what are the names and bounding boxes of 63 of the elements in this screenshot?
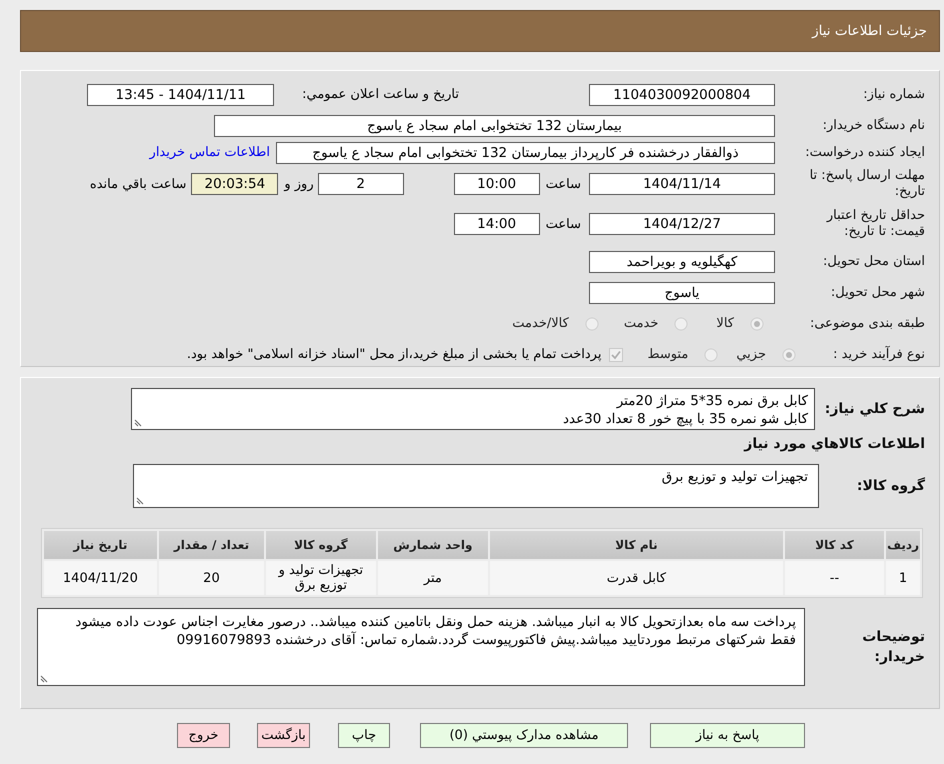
province-field[interactable]: کهگیلویه و بویراحمد xyxy=(589,250,775,272)
resize-grip-icon[interactable] xyxy=(136,497,144,505)
goods-group-text-area[interactable]: تجهیزات تولید و توزیع برق xyxy=(133,464,819,508)
remaining-time-field[interactable]: 20:03:54 xyxy=(191,173,278,195)
payment-note: پرداخت تمام یا بخشی از مبلغ خرید،از محل "اسناد خزانه اسلامی" خواهد بود. xyxy=(186,347,602,362)
table-cell: متر xyxy=(378,561,488,595)
field-label: شهر محل تحویل: xyxy=(830,284,926,300)
action-button[interactable]: مشاهده مدارک پیوستي (0) xyxy=(420,723,628,748)
contact-link[interactable]: اطلاعات تماس خریدار xyxy=(150,145,270,160)
deadline-time-field[interactable]: 10:00 xyxy=(454,173,540,195)
column-header: نام کالا xyxy=(490,531,783,559)
field-label: تاریخ و ساعت اعلان عمومي: xyxy=(302,87,459,102)
description-text-area[interactable]: کابل برق نمره 35*5 متراژ 20متر کابل شو نمره 35 با پیچ خور 8 تعداد 30عدد xyxy=(131,388,815,430)
action-button[interactable]: خروج xyxy=(177,723,230,748)
field-label: مهلت ارسال پاسخ: تا تاریخ: xyxy=(808,168,926,200)
field-label: حداقل تاریخ اعتبار قیمت: تا تاریخ: xyxy=(825,208,926,240)
table-cell: تجهیزات تولید و توزیع برق xyxy=(266,561,376,595)
deadline-date-field[interactable]: 1404/11/14 xyxy=(589,173,775,195)
announce-date-field[interactable]: 1404/11/11 - 13:45 xyxy=(87,84,274,106)
table-cell: 1 xyxy=(886,561,920,595)
field-label: استان محل تحویل: xyxy=(822,254,926,270)
section-heading: اطلاعات کالاهاي مورد نیاز xyxy=(742,436,926,452)
radio-label: خدمت xyxy=(624,316,658,331)
requester-field[interactable]: ذوالفقار درخشنده فر کارپرداز بیمارستان 132 تختخوابی امام سجاد ع یاسوج xyxy=(276,142,775,164)
table-cell: 20 xyxy=(158,561,264,595)
field-label: طبقه بندی موضوعی: xyxy=(808,316,926,332)
field-label: ساعت باقي مانده xyxy=(90,176,186,192)
column-header: گروه کالا xyxy=(266,531,376,559)
field-label: ساعت xyxy=(546,216,581,232)
action-button[interactable]: پاسخ به نیاز xyxy=(650,723,805,748)
field-label: توضیحات خریدار: xyxy=(861,628,926,667)
column-header: واحد شمارش xyxy=(378,531,488,559)
field-label: شماره نیاز: xyxy=(862,86,926,102)
field-label: نوع فرآیند خرید : xyxy=(832,346,926,362)
buyer-notes-text-area[interactable]: پرداخت سه ماه بعدازتحویل کالا به انبار میباشد. هزینه حمل ونقل باتامین کننده میباشد.. درصور مغایرت اجناس عودت داده میشود فقط شرکتهای مرتبط موردتایید میباشد.پیش فاکتورپیوست گردد.شماره تماس: آقای درخشنده 09916079893 xyxy=(37,608,805,686)
field-label: گروه کالا: xyxy=(856,478,926,494)
radio-label: کالا/خدمت xyxy=(512,316,569,331)
field-label: ایجاد کننده درخواست: xyxy=(804,144,926,160)
radio-label: جزيي xyxy=(736,347,766,362)
validity-date-field[interactable]: 1404/12/27 xyxy=(589,213,775,235)
days-field[interactable]: 2 xyxy=(318,173,404,195)
field-label: روز و xyxy=(284,176,314,192)
validity-time-field[interactable]: 14:00 xyxy=(454,213,540,235)
column-header: کد کالا xyxy=(784,531,884,559)
action-button[interactable]: چاپ xyxy=(338,723,390,748)
need-number-field[interactable]: 1104030092000804 xyxy=(589,84,775,106)
column-header: ردیف xyxy=(886,531,920,559)
field-label: ساعت xyxy=(546,176,581,192)
resize-grip-icon[interactable] xyxy=(134,419,142,427)
resize-grip-icon[interactable] xyxy=(40,675,48,683)
radio-label: متوسط xyxy=(647,347,688,362)
page-title: جزئیات اطلاعات نیاز xyxy=(812,23,927,39)
action-button[interactable]: بازگشت xyxy=(257,723,310,748)
column-header: تعداد / مقدار xyxy=(158,531,264,559)
table-cell: -- xyxy=(784,561,884,595)
buyer-org-field[interactable]: بیمارستان 132 تختخوابی امام سجاد ع یاسوج xyxy=(214,114,775,136)
table-cell: 1404/11/20 xyxy=(44,561,157,595)
field-label: نام دستگاه خریدار: xyxy=(822,118,926,134)
table-cell: کابل قدرت xyxy=(490,561,783,595)
field-label: شرح کلي نیاز: xyxy=(824,401,926,417)
radio-label: کالا xyxy=(716,316,734,331)
city-field[interactable]: یاسوج xyxy=(589,282,775,304)
column-header: تاریخ نیاز xyxy=(44,531,157,559)
